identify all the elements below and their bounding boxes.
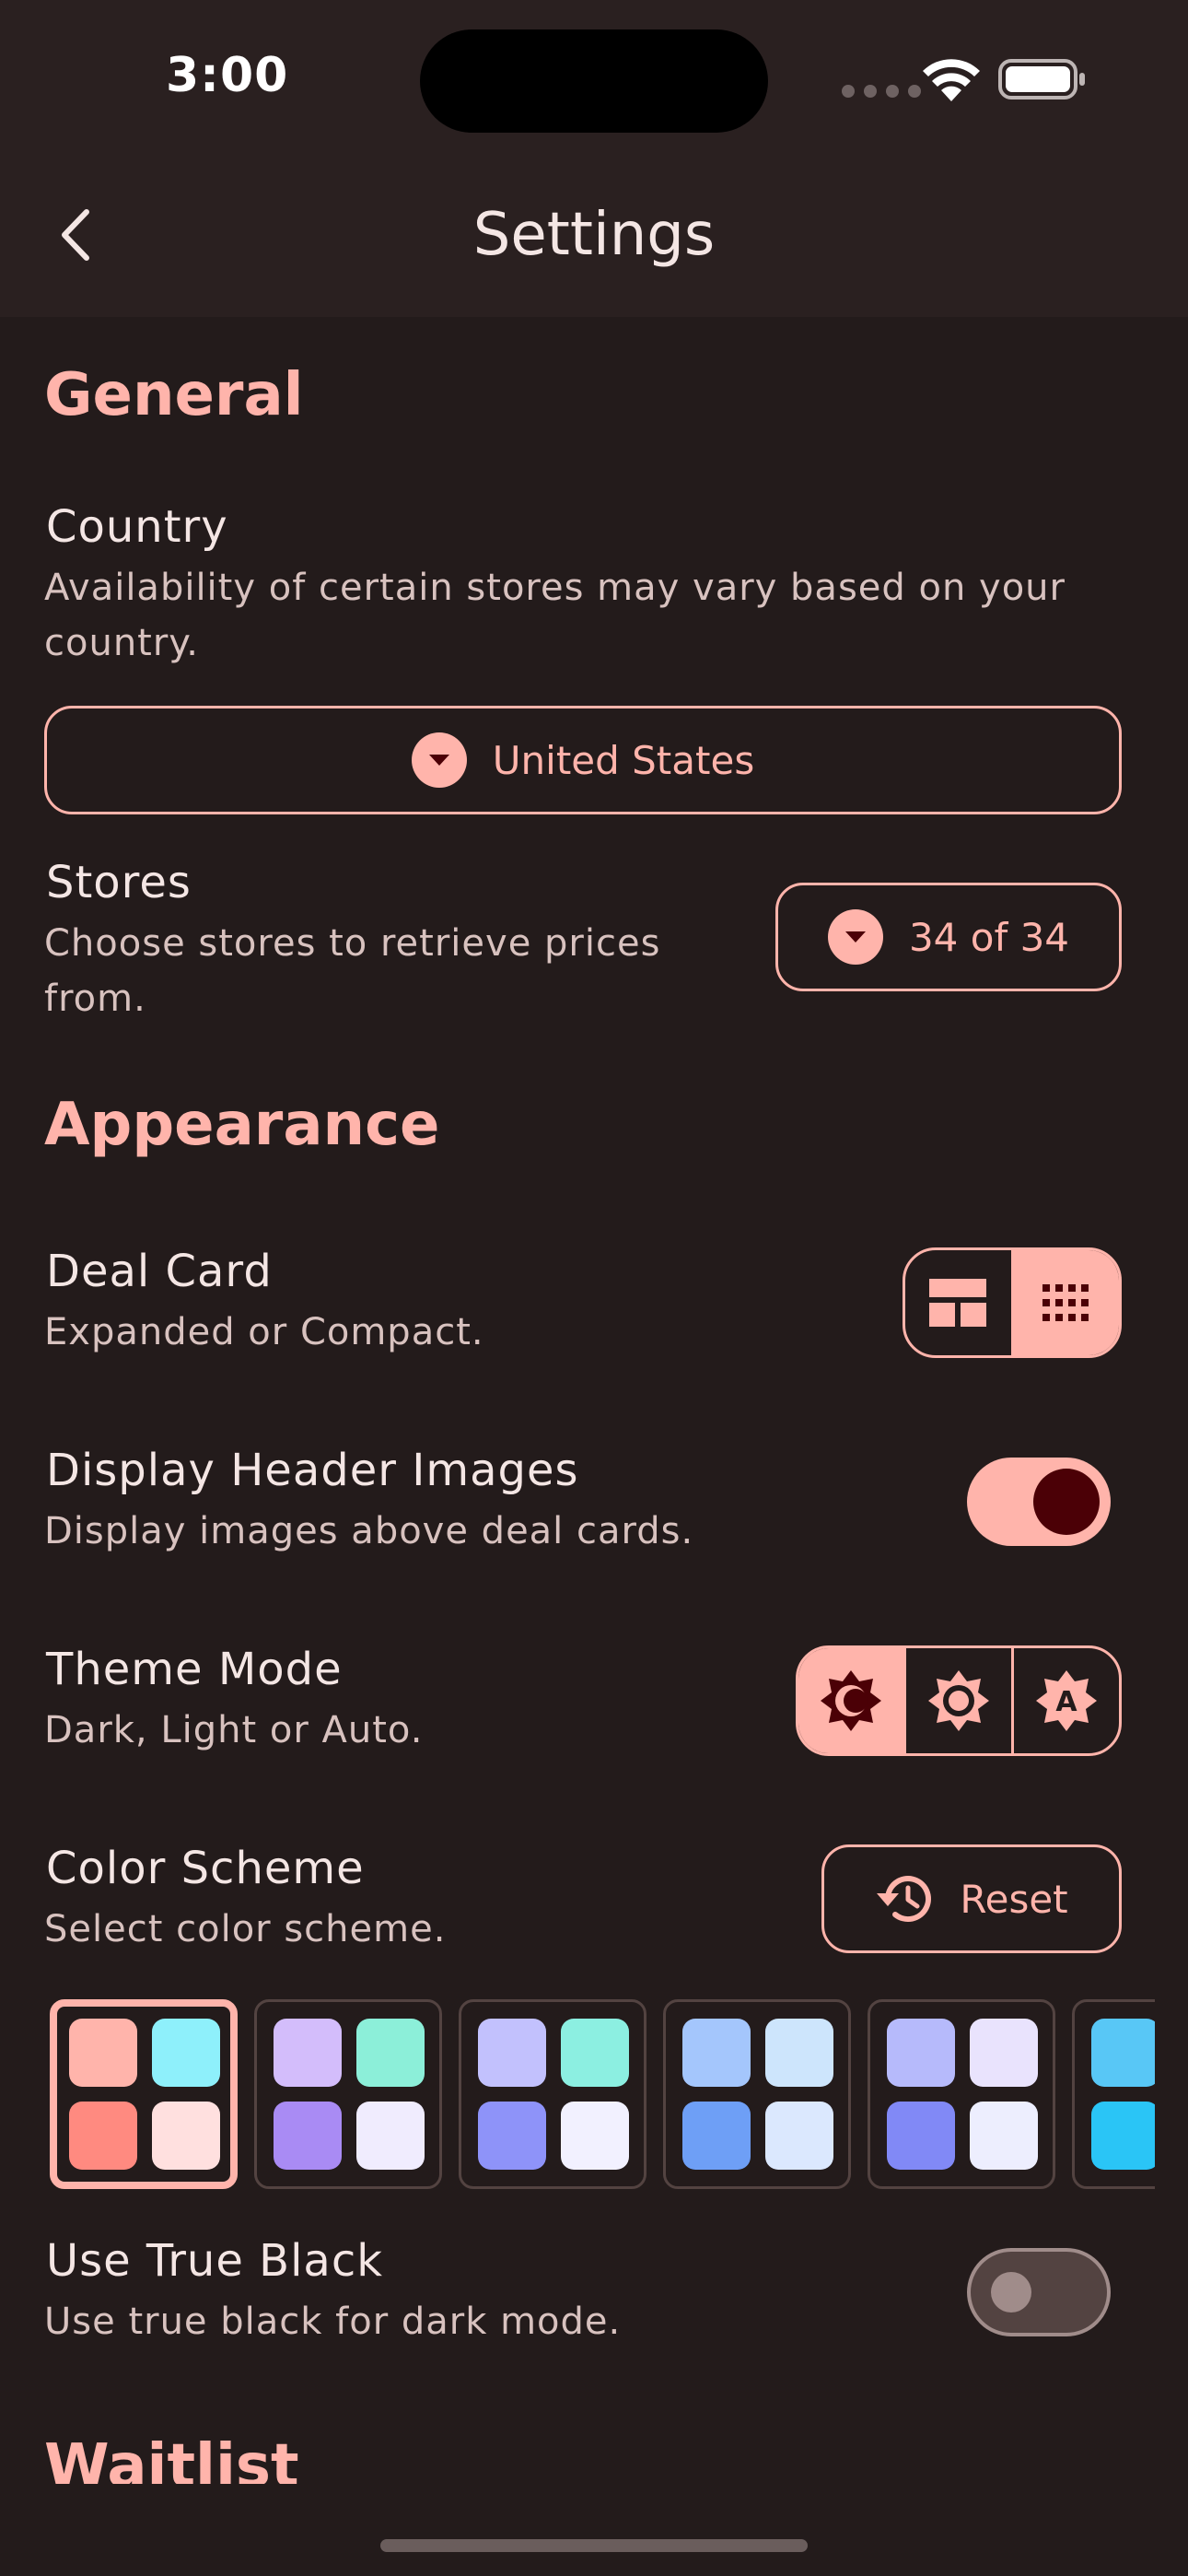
color-swatch-chip: [682, 2102, 751, 2170]
dropdown-arrow-icon: [827, 909, 883, 965]
dark-mode-icon: [821, 1670, 881, 1731]
theme-auto-option[interactable]: A: [1011, 1648, 1119, 1753]
color-scheme-option[interactable]: [459, 1999, 646, 2189]
color-swatch-chip: [561, 2102, 629, 2170]
cellular-signal-icon: [842, 85, 921, 98]
color-scheme-picker: [50, 1999, 1155, 2189]
settings-screen: 3:00 Settings General Country Availabili…: [0, 0, 1188, 2576]
compact-grid-icon: [1042, 1284, 1089, 1321]
reset-color-scheme-button[interactable]: Reset: [821, 1844, 1122, 1953]
expanded-layout-icon: [929, 1279, 987, 1327]
header-images-subtitle: Display images above deal cards.: [44, 1510, 694, 1552]
stores-subtitle-line2: from.: [44, 978, 146, 1020]
toggle-knob: [991, 2272, 1031, 2313]
stores-dropdown[interactable]: 34 of 34: [775, 883, 1122, 991]
toggle-knob: [1033, 1469, 1100, 1535]
color-scheme-option[interactable]: [1072, 1999, 1155, 2189]
country-subtitle-line1: Availability of certain stores may vary …: [44, 567, 1066, 609]
page-title: Settings: [472, 201, 716, 269]
color-swatch-chip: [356, 2019, 425, 2087]
color-swatch-chip: [887, 2102, 955, 2170]
theme-mode-subtitle: Dark, Light or Auto.: [44, 1709, 424, 1751]
theme-light-option[interactable]: [903, 1648, 1011, 1753]
color-scheme-option[interactable]: [254, 1999, 442, 2189]
true-black-title: Use True Black: [46, 2235, 384, 2287]
reset-label: Reset: [960, 1876, 1068, 1922]
wifi-icon: [923, 59, 980, 101]
country-value: United States: [492, 737, 755, 783]
color-scheme-title: Color Scheme: [46, 1843, 365, 1894]
section-title-general: General: [44, 361, 304, 429]
color-swatch-chip: [478, 2019, 546, 2087]
color-swatch-chip: [274, 2102, 342, 2170]
light-mode-icon: [928, 1670, 989, 1731]
waitlist-header-clip: Waitlist: [0, 2432, 1188, 2484]
color-swatch-chip: [1091, 2102, 1155, 2170]
color-swatch-chip: [152, 2019, 220, 2087]
color-swatch-chip: [478, 2102, 546, 2170]
battery-icon: [998, 59, 1085, 100]
stores-title: Stores: [46, 857, 192, 908]
color-swatch-chip: [356, 2102, 425, 2170]
section-title-appearance: Appearance: [44, 1091, 440, 1159]
svg-text:A: A: [1055, 1686, 1077, 1718]
navigation-bar: Settings: [0, 157, 1188, 317]
color-swatch-chip: [69, 2019, 137, 2087]
header-images-toggle[interactable]: [967, 1458, 1111, 1546]
stores-subtitle-line1: Choose stores to retrieve prices: [44, 922, 661, 965]
country-title: Country: [46, 501, 228, 553]
home-indicator: [380, 2539, 808, 2552]
deal-card-expanded-option[interactable]: [905, 1250, 1011, 1355]
section-title-waitlist: Waitlist: [44, 2432, 299, 2484]
color-scheme-option[interactable]: [868, 1999, 1055, 2189]
header-images-title: Display Header Images: [46, 1445, 579, 1496]
color-scheme-subtitle: Select color scheme.: [44, 1908, 447, 1950]
color-swatch-chip: [682, 2019, 751, 2087]
color-swatch-chip: [152, 2102, 220, 2170]
color-swatch-chip: [970, 2019, 1038, 2087]
theme-dark-option[interactable]: [798, 1648, 903, 1753]
color-swatch-chip: [765, 2102, 833, 2170]
color-swatch-chip: [274, 2019, 342, 2087]
color-swatch-chip: [970, 2102, 1038, 2170]
color-scheme-option[interactable]: [663, 1999, 851, 2189]
true-black-toggle[interactable]: [967, 2248, 1111, 2336]
color-swatch-chip: [887, 2019, 955, 2087]
dynamic-island: [420, 29, 768, 133]
color-swatch-chip: [1091, 2019, 1155, 2087]
theme-mode-title: Theme Mode: [46, 1644, 343, 1695]
theme-mode-segmented-control: A: [796, 1645, 1122, 1756]
true-black-subtitle: Use true black for dark mode.: [44, 2301, 622, 2343]
dropdown-arrow-icon: [411, 732, 467, 788]
status-bar: 3:00: [0, 0, 1188, 157]
country-subtitle-line2: country.: [44, 622, 199, 664]
deal-card-segmented-control: [903, 1247, 1122, 1358]
country-dropdown[interactable]: United States: [44, 706, 1122, 814]
deal-card-subtitle: Expanded or Compact.: [44, 1311, 484, 1353]
deal-card-compact-option[interactable]: [1010, 1250, 1119, 1355]
auto-mode-icon: A: [1036, 1670, 1097, 1731]
history-icon: [877, 1876, 932, 1923]
status-time: 3:00: [166, 48, 289, 103]
color-swatch-chip: [561, 2019, 629, 2087]
color-scheme-option[interactable]: [50, 1999, 238, 2189]
stores-value: 34 of 34: [908, 914, 1070, 960]
deal-card-title: Deal Card: [46, 1246, 273, 1297]
color-swatch-chip: [69, 2102, 137, 2170]
color-swatch-chip: [765, 2019, 833, 2087]
